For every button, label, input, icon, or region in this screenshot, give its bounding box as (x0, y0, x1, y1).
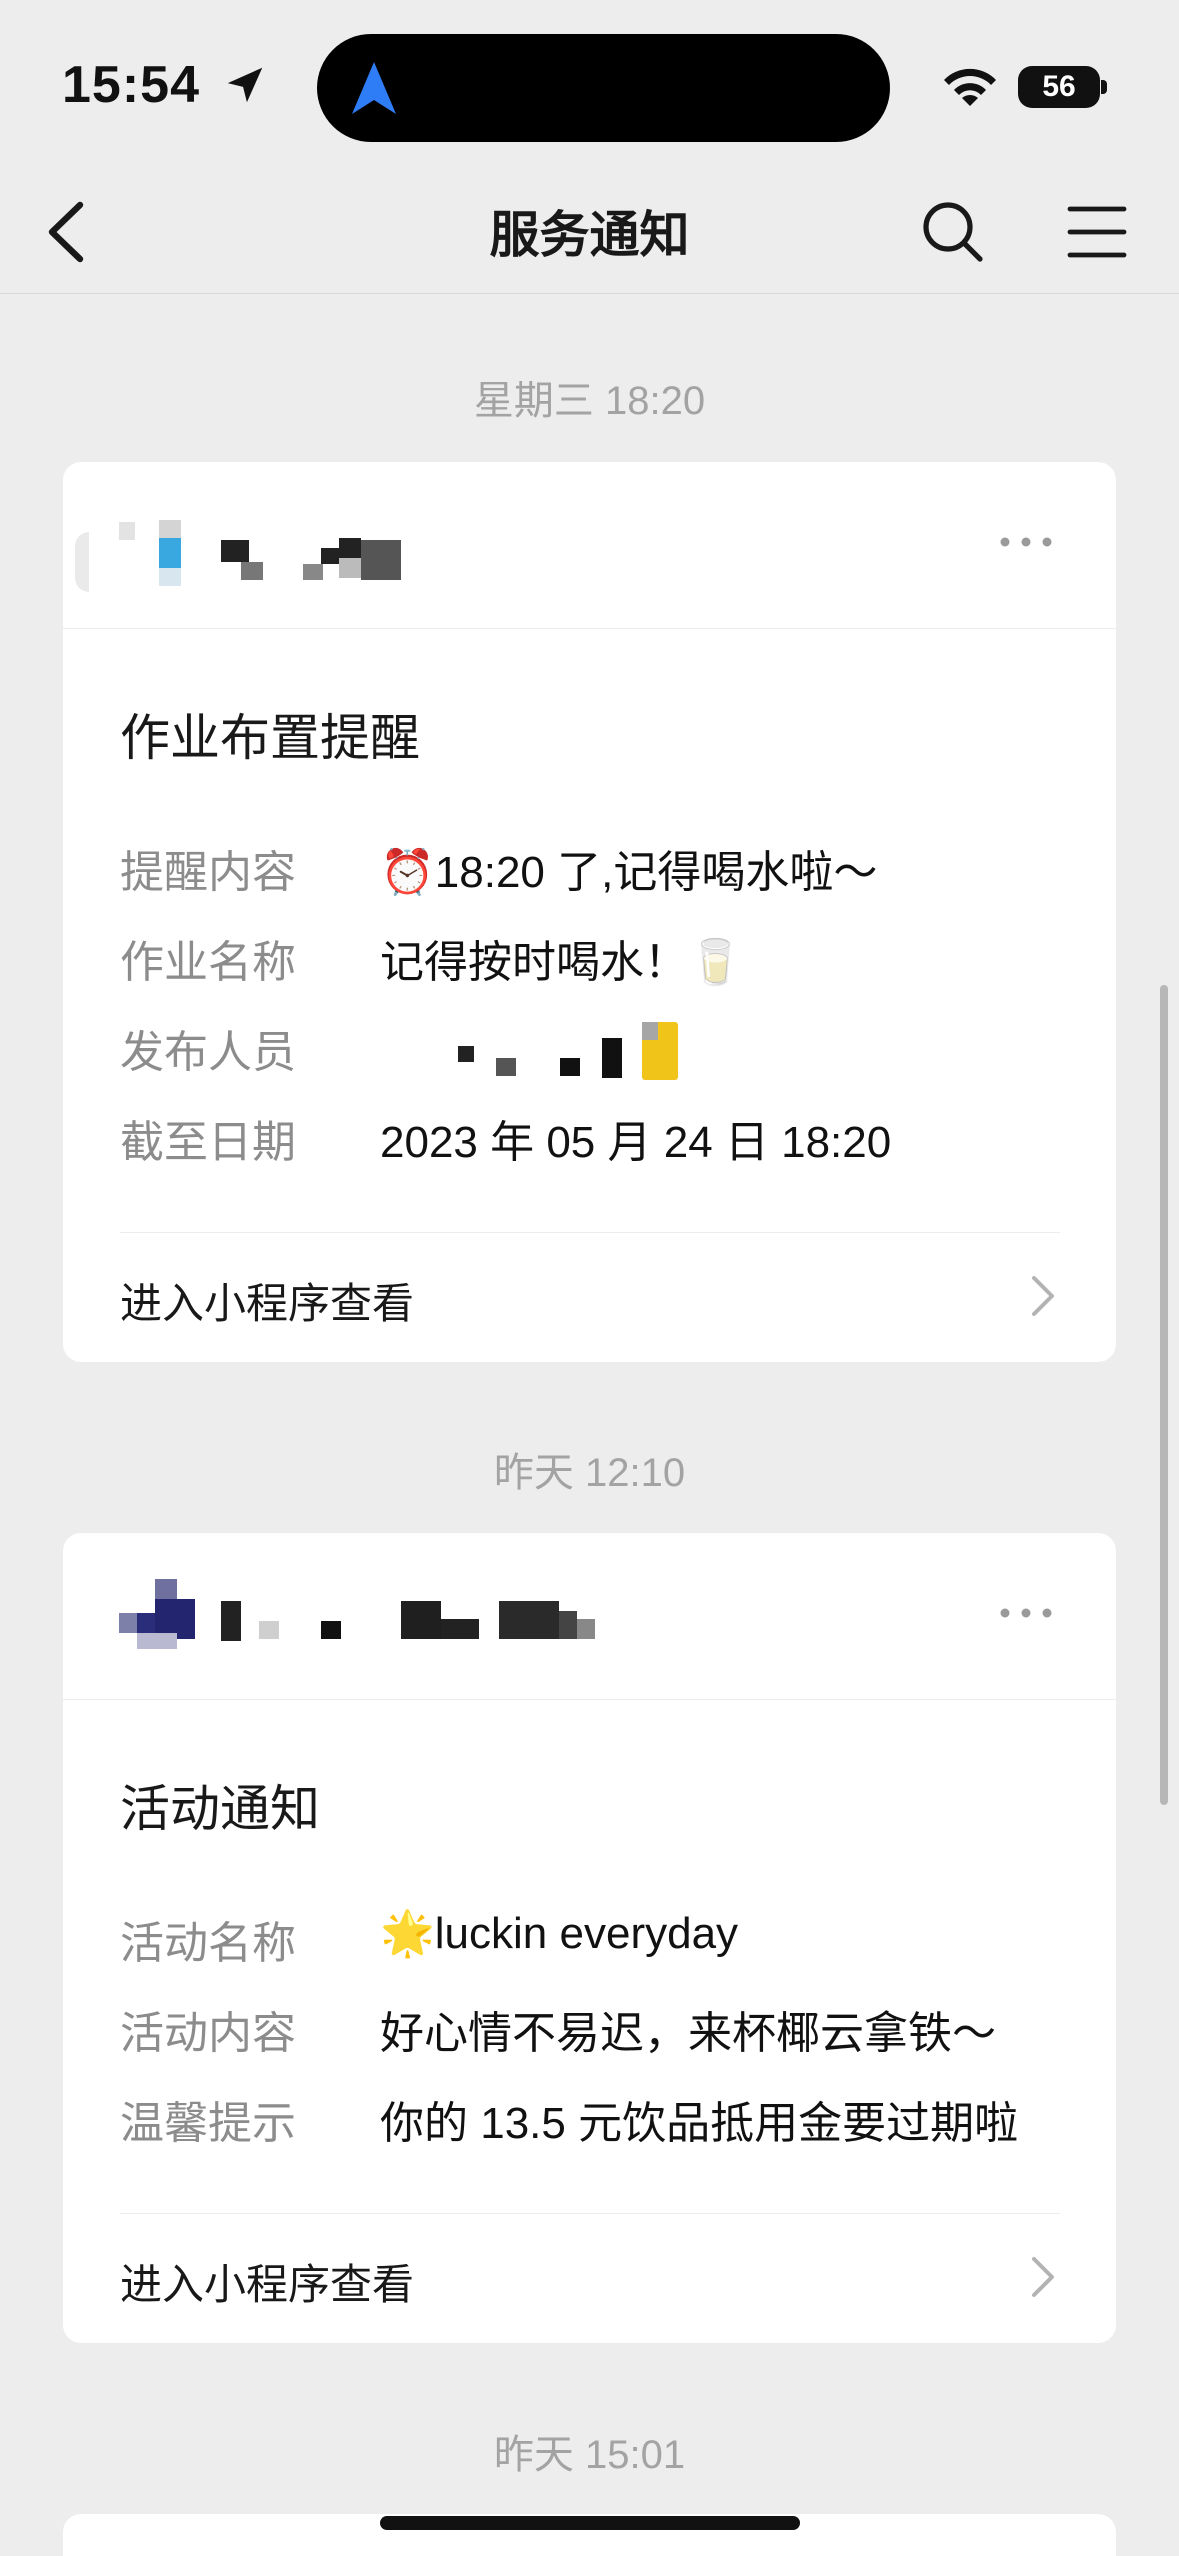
field-row: 活动内容 好心情不易迟，来杯椰云拿铁～ (120, 1997, 1080, 2058)
status-time: 15:54 (62, 56, 200, 114)
notification-card: 活动通知 活动名称 🌟luckin everyday 活动内容 好心情不易迟，来… (63, 1533, 1116, 2343)
open-mini-program-link[interactable]: 进入小程序查看 (120, 2251, 414, 2312)
message-timestamp: 昨天 15:01 (493, 2433, 686, 2477)
message-timestamp: 星期三 18:20 (473, 379, 706, 423)
field-row: 提醒内容 ⏰18:20 了,记得喝水啦～ (120, 836, 1080, 897)
field-value: 2023 年 05 月 24 日 18:20 (380, 1118, 892, 1167)
field-row: 温馨提示 你的 13.5 元饮品抵用金要过期啦 (120, 2087, 1080, 2148)
navigation-arrow-icon (352, 62, 396, 114)
card-title: 活动通知 (120, 1781, 320, 1837)
card-header[interactable] (63, 1533, 1116, 1700)
field-row: 截至日期 2023 年 05 月 24 日 18:20 (120, 1106, 1080, 1167)
card-header[interactable] (63, 462, 1116, 629)
field-row: 作业名称 记得按时喝水！🥛 (120, 926, 1080, 987)
field-label: 截至日期 (120, 1118, 296, 1167)
field-value: 🌟luckin everyday (380, 1909, 739, 1958)
field-value: 好心情不易迟，来杯椰云拿铁～ (380, 2009, 996, 2058)
card-divider (120, 1232, 1060, 1233)
field-row: 活动名称 🌟luckin everyday (120, 1907, 1080, 1968)
field-value: 记得按时喝水！🥛 (380, 938, 743, 987)
field-label: 提醒内容 (120, 848, 296, 897)
dynamic-island (317, 34, 890, 142)
field-label: 温馨提示 (120, 2099, 296, 2148)
chevron-right-icon[interactable] (1028, 1274, 1058, 1318)
search-icon[interactable] (918, 197, 988, 267)
wifi-icon (944, 68, 996, 106)
scrollbar[interactable] (1160, 985, 1168, 1805)
open-mini-program-link[interactable]: 进入小程序查看 (120, 1270, 414, 1331)
message-timestamp: 昨天 12:10 (493, 1451, 686, 1495)
card-title: 作业布置提醒 (120, 710, 420, 766)
more-options-icon[interactable] (998, 1606, 1054, 1620)
chevron-right-icon[interactable] (1028, 2255, 1058, 2299)
field-label: 发布人员 (120, 1028, 296, 1077)
menu-icon[interactable] (1062, 197, 1132, 267)
location-arrow-icon (227, 67, 263, 103)
notification-card: 作业布置提醒 提醒内容 ⏰18:20 了,记得喝水啦～ 作业名称 记得按时喝水！… (63, 462, 1116, 1362)
status-bar: 15:54 56 (0, 0, 1179, 175)
field-label: 活动名称 (120, 1919, 296, 1968)
field-value: 你的 13.5 元饮品抵用金要过期啦 (380, 2099, 1019, 2148)
nav-bar: 服务通知 (0, 175, 1179, 294)
page-title: 服务通知 (489, 207, 690, 263)
battery-indicator: 56 (1018, 66, 1100, 108)
field-label: 活动内容 (120, 2009, 296, 2058)
battery-cap (1101, 80, 1107, 94)
more-options-icon[interactable] (998, 535, 1054, 549)
field-label: 作业名称 (120, 938, 296, 987)
field-value: ⏰18:20 了,记得喝水啦～ (380, 848, 878, 897)
home-indicator[interactable] (380, 2516, 800, 2530)
field-row: 发布人员 (120, 1016, 1080, 1080)
card-divider (120, 2213, 1060, 2214)
